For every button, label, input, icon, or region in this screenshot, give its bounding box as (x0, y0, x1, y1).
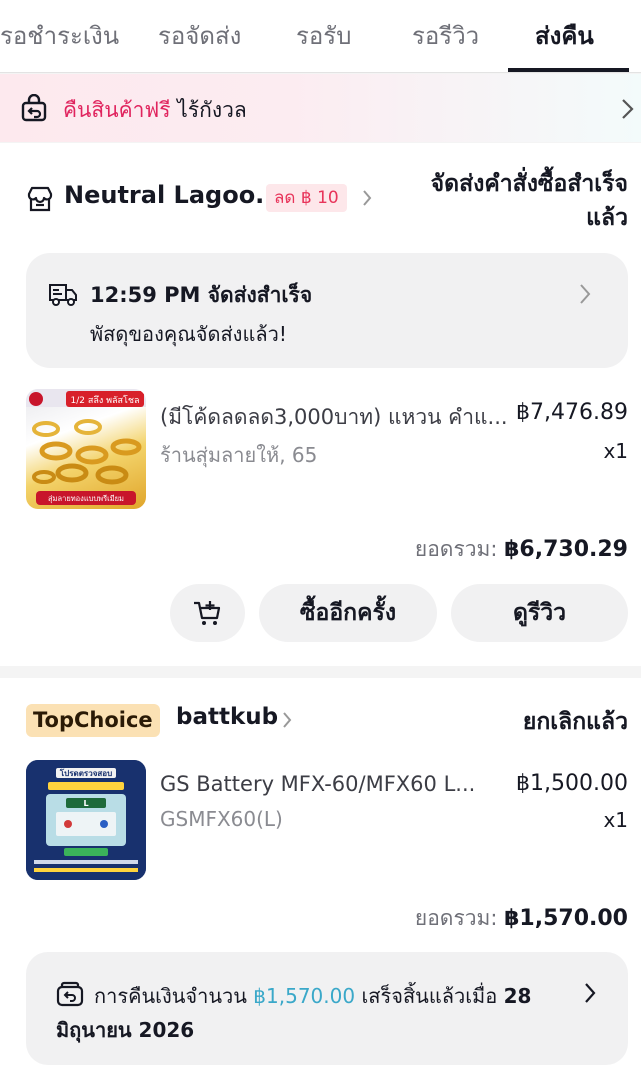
chevron-right-icon (585, 983, 596, 1003)
product-quantity: x1 (603, 439, 628, 463)
product-quantity: x1 (603, 808, 628, 832)
battery-product-image: โปรดตรวจสอบ L (26, 760, 146, 880)
tab-to-receive[interactable]: รอรับ (296, 16, 351, 55)
view-review-button[interactable]: ดูรีวิว (451, 584, 628, 642)
product-variant: GSMFX60(L) (160, 807, 283, 831)
refund-prefix: การคืนเงินจำนวน (94, 984, 254, 1008)
truck-icon (49, 284, 77, 306)
thumb-label-text: L (83, 799, 88, 808)
banner-text: คืนสินค้าฟรี ไร้กังวล (63, 94, 247, 127)
refund-amount: ฿1,570.00 (253, 984, 356, 1008)
product-title[interactable]: (มีโค้ดลดลด3,000บาท) แหวน คำแ... (160, 401, 508, 434)
thumb-badge-text: 1/2 สลึง พลัสโชล (70, 395, 139, 406)
product-thumbnail[interactable]: 1/2 สลึง พลัสโชล สุ่มลายทองแบบพรีเมียม (26, 389, 146, 509)
tab-to-ship[interactable]: รอจัดส่ง (158, 16, 241, 55)
chevron-right-icon (622, 99, 634, 119)
order-status-line1: จัดส่งคำสั่งซื้อสำเร็จ (430, 171, 628, 197)
order-card: Neutral Lagoo... ลด ฿ 10 จัดส่งคำสั่งซื้… (0, 143, 641, 666)
cart-plus-icon (194, 601, 221, 625)
shop-icon (27, 186, 53, 212)
tab-pending-payment[interactable]: รอชำระเงิน (0, 16, 119, 55)
product-price: ฿7,476.89 (516, 400, 628, 425)
free-return-banner[interactable]: คืนสินค้าฟรี ไร้กังวล (0, 74, 641, 142)
shop-name[interactable]: Neutral Lagoo... (64, 181, 283, 209)
chevron-right-icon (580, 284, 591, 304)
total-value: ฿6,730.29 (504, 537, 628, 562)
order-card: TopChoice battkub ยกเลิกแล้ว โปรดตรวจสอบ… (0, 678, 641, 1075)
total-label: ยอดรวม: (414, 537, 505, 561)
active-tab-indicator (508, 68, 629, 72)
thumb-caption-text: สุ่มลายทองแบบพรีเมียม (48, 494, 124, 503)
order-status-line2: แล้ว (586, 205, 628, 231)
return-bag-icon (21, 94, 47, 122)
delivery-message: พัสดุของคุณจัดส่งแล้ว! (90, 322, 287, 346)
product-thumbnail[interactable]: โปรดตรวจสอบ L (26, 760, 146, 880)
thumb-heading-text: โปรดตรวจสอบ (59, 768, 112, 778)
product-variant: ร้านสุ่มลายให้, 65 (160, 443, 318, 467)
refund-middle: เสร็จสิ้นแล้วเมื่อ (355, 984, 504, 1008)
refund-status-box[interactable]: การคืนเงินจำนวน ฿1,570.00 เสร็จสิ้นแล้วเ… (26, 952, 628, 1065)
chevron-right-icon[interactable] (362, 189, 372, 207)
shop-name[interactable]: battkub (176, 704, 278, 730)
refund-message: การคืนเงินจำนวน ฿1,570.00 เสร็จสิ้นแล้วเ… (94, 980, 531, 1012)
order-status-tabs: รอชำระเงิน รอจัดส่ง รอรับ รอรีวิว ส่งคืน (0, 0, 641, 73)
order-total: ยอดรวม: ฿6,730.29 (415, 533, 628, 566)
product-title[interactable]: GS Battery MFX-60/MFX60 L... (160, 772, 475, 796)
refund-wallet-icon (56, 981, 84, 1007)
gold-rings-image: 1/2 สลึง พลัสโชล สุ่มลายทองแบบพรีเมียม (26, 389, 146, 505)
tab-to-review[interactable]: รอรีวิว (412, 16, 479, 55)
chevron-right-icon[interactable] (282, 711, 292, 729)
refund-date-month: มิถุนายน 2026 (56, 1018, 195, 1042)
refund-date-day: 28 (503, 984, 532, 1008)
delivery-time-status: 12:59 PM จัดส่งสำเร็จ (90, 283, 313, 307)
order-total: ยอดรวม: ฿1,570.00 (415, 902, 628, 935)
discount-badge: ลด ฿ 10 (266, 184, 347, 212)
banner-accent-text: คืนสินค้าฟรี (63, 98, 171, 122)
delivery-status-box[interactable]: 12:59 PM จัดส่งสำเร็จ พัสดุของคุณจัดส่งแ… (26, 253, 628, 368)
order-status: ยกเลิกแล้ว (522, 709, 628, 735)
total-value: ฿1,570.00 (504, 906, 628, 931)
add-to-cart-button[interactable] (170, 584, 245, 642)
tab-returns[interactable]: ส่งคืน (535, 16, 594, 55)
banner-rest-text: ไร้กังวล (177, 98, 247, 122)
buy-again-button[interactable]: ซื้ออีกครั้ง (259, 584, 437, 642)
total-label: ยอดรวม: (414, 906, 505, 930)
product-price: ฿1,500.00 (516, 771, 628, 796)
topchoice-badge: TopChoice (26, 704, 160, 737)
